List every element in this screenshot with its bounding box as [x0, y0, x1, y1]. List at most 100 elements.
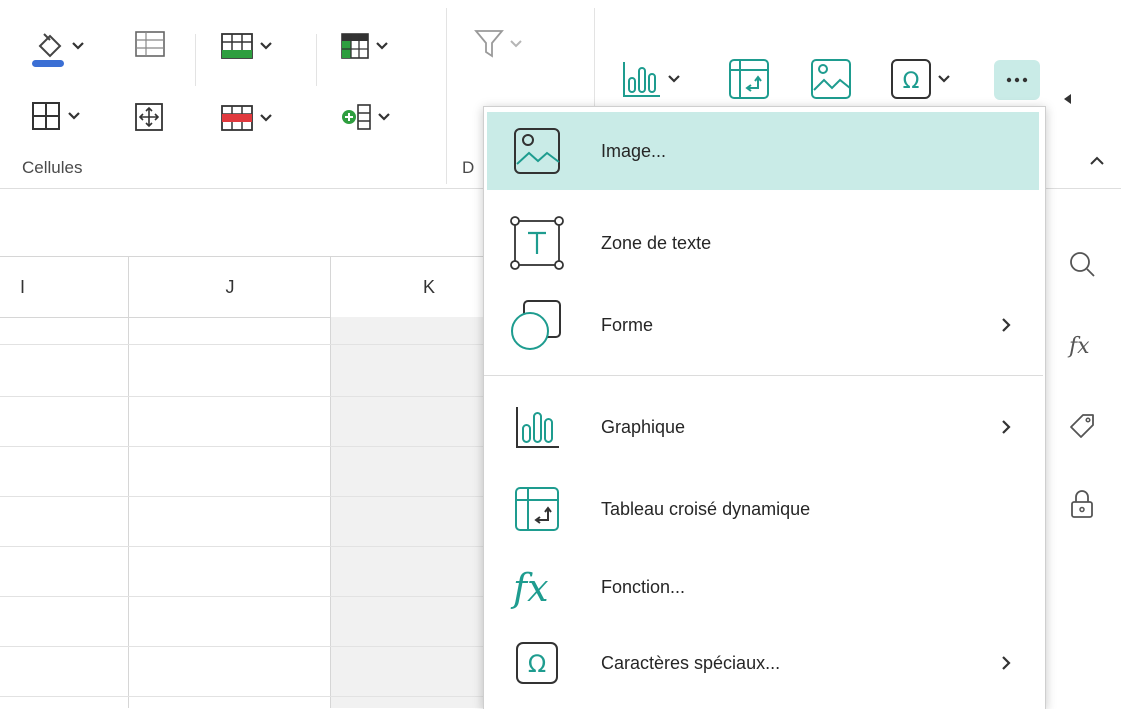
pivot-table-button[interactable]: [728, 58, 770, 100]
insert-rows-icon: [220, 32, 254, 60]
column-header-label: J: [225, 276, 235, 297]
menu-item-chart[interactable]: Graphique: [487, 388, 1039, 466]
function-icon: fx: [510, 561, 563, 613]
grid-line: [0, 546, 483, 547]
grid-line: [0, 446, 483, 447]
ribbon-group-divider: [446, 8, 447, 184]
image-button[interactable]: [810, 58, 852, 100]
column-header-i[interactable]: I: [0, 256, 128, 318]
move-cells-button[interactable]: [134, 102, 164, 132]
delete-rows-button[interactable]: [220, 104, 272, 132]
borders-button[interactable]: [30, 100, 80, 132]
grid-line: [330, 317, 331, 708]
chart-button[interactable]: [622, 60, 680, 98]
menu-item-label: Caractères spéciaux...: [601, 652, 781, 673]
filter-button[interactable]: [474, 28, 522, 60]
delete-rows-icon: [220, 104, 254, 132]
chevron-down-icon: [378, 113, 390, 121]
chevron-down-icon: [938, 75, 950, 83]
insert-dropdown-menu: Image... Zone de texte Forme Graphique T…: [483, 106, 1046, 709]
function-panel-button[interactable]: fx: [1062, 326, 1102, 366]
image-icon: [511, 125, 563, 177]
grid-line: [128, 317, 129, 708]
cell-format-icon: [134, 28, 166, 60]
cell-grid[interactable]: [0, 317, 483, 708]
tag-button[interactable]: [1062, 406, 1102, 446]
chevron-right-icon: [1002, 656, 1011, 670]
fill-color-icon: [30, 24, 66, 68]
svg-text:Ω: Ω: [528, 650, 546, 678]
table-style-icon: [340, 32, 370, 60]
grid-line: [0, 696, 483, 697]
scroll-left-button[interactable]: [1064, 94, 1072, 104]
selected-column-shade: [330, 317, 483, 708]
scroll-left-icon: [1064, 94, 1072, 104]
table-style-button[interactable]: [340, 32, 388, 60]
function-icon: fx: [1067, 333, 1097, 359]
shape-icon: [511, 299, 563, 351]
svg-text:Ω: Ω: [903, 69, 920, 94]
column-header-label: K: [423, 276, 436, 297]
search-icon: [1068, 250, 1096, 278]
menu-item-shape[interactable]: Forme: [487, 286, 1039, 364]
svg-text:fx: fx: [1067, 334, 1090, 359]
menu-item-label: Image...: [601, 140, 667, 161]
chevron-right-icon: [1002, 318, 1011, 332]
grid-line: [0, 344, 483, 345]
chevron-down-icon: [260, 42, 272, 50]
special-char-icon: Ω: [890, 58, 932, 100]
chart-icon: [511, 401, 563, 453]
menu-item-label: Forme: [601, 314, 654, 335]
move-cells-icon: [134, 102, 164, 132]
menu-item-special-characters[interactable]: Ω Caractères spéciaux...: [487, 624, 1039, 702]
more-button[interactable]: [994, 60, 1040, 100]
chevron-right-icon: [1002, 420, 1011, 434]
filter-icon: [474, 28, 504, 60]
chevron-down-icon: [68, 112, 80, 120]
menu-item-pivot-table[interactable]: Tableau croisé dynamique: [487, 470, 1039, 548]
chevron-down-icon: [376, 42, 388, 50]
menu-separator: [484, 375, 1043, 376]
search-button[interactable]: [1062, 244, 1102, 284]
menu-item-image[interactable]: Image...: [487, 112, 1039, 190]
column-header-label: I: [20, 276, 26, 297]
fill-color-button[interactable]: [30, 24, 84, 68]
collapse-ribbon-button[interactable]: [1090, 156, 1104, 165]
insert-column-button[interactable]: [340, 102, 390, 132]
special-char-button[interactable]: Ω: [890, 58, 950, 100]
ribbon-separator: [195, 34, 196, 86]
chevron-down-icon: [72, 42, 84, 50]
grid-line: [0, 646, 483, 647]
menu-item-label: Fonction...: [601, 576, 686, 597]
ribbon-separator: [316, 34, 317, 86]
cell-format-button[interactable]: [134, 28, 166, 60]
group-label-cells: Cellules: [22, 158, 83, 177]
text-box-icon: [510, 216, 564, 270]
special-char-icon: Ω: [511, 637, 563, 689]
menu-item-function[interactable]: fx Fonction...: [487, 548, 1039, 626]
lock-button[interactable]: [1062, 484, 1102, 524]
chevron-down-icon: [260, 114, 272, 122]
borders-icon: [30, 100, 62, 132]
insert-column-icon: [340, 102, 372, 132]
pivot-table-icon: [728, 58, 770, 100]
insert-rows-button[interactable]: [220, 32, 272, 60]
chart-icon: [622, 60, 662, 98]
grid-line: [0, 396, 483, 397]
chevron-down-icon: [668, 75, 680, 83]
menu-item-label: Graphique: [601, 416, 686, 437]
lock-icon: [1069, 489, 1095, 519]
column-header-j[interactable]: J: [128, 256, 331, 318]
more-icon: [1006, 77, 1028, 83]
grid-line: [0, 596, 483, 597]
ribbon-group-divider: [594, 8, 595, 108]
tag-icon: [1068, 412, 1096, 440]
menu-item-label: Tableau croisé dynamique: [601, 498, 811, 519]
image-icon: [810, 58, 852, 100]
grid-line: [0, 496, 483, 497]
menu-item-text-box[interactable]: Zone de texte: [487, 204, 1039, 282]
menu-item-label: Zone de texte: [601, 232, 712, 253]
chevron-down-icon: [510, 40, 522, 48]
group-label-data: D: [462, 158, 475, 177]
svg-text:fx: fx: [510, 566, 549, 610]
